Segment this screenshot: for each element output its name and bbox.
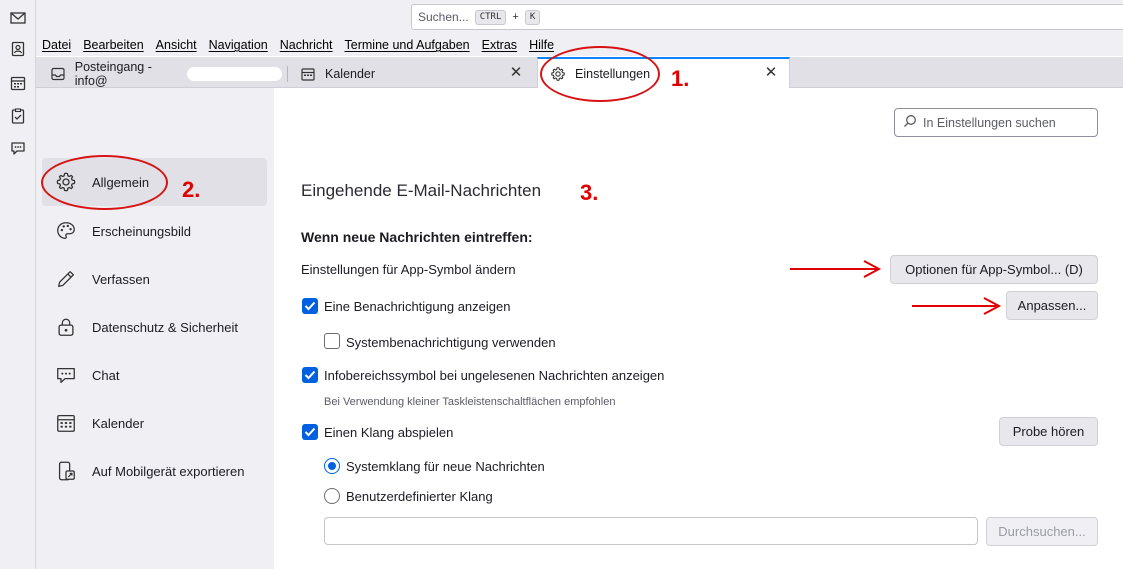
annotation-arrow-app-icon: [790, 260, 882, 278]
lock-icon: [54, 315, 78, 339]
category-erscheinungsbild[interactable]: Erscheinungsbild: [42, 207, 267, 255]
browse-button[interactable]: Durchsuchen...: [986, 517, 1098, 546]
custom-sound-label: Benutzerdefinierter Klang: [346, 489, 493, 504]
menu-bearbeiten[interactable]: Bearbeiten: [83, 38, 148, 52]
annotation-step-2: 2.: [182, 177, 201, 202]
system-sound-label: Systemklang für neue Nachrichten: [346, 459, 545, 474]
settings-search-placeholder: In Einstellungen suchen: [923, 115, 1056, 130]
tray-icon-hint: Bei Verwendung kleiner Taskleistenschalt…: [324, 396, 616, 408]
menu-navigation[interactable]: Navigation: [209, 38, 273, 52]
chat-icon: [54, 363, 78, 387]
mobile-export-icon: [54, 459, 78, 483]
category-datenschutz[interactable]: Datenschutz & Sicherheit: [42, 303, 267, 351]
palette-icon: [54, 219, 78, 243]
app-icon-options-button[interactable]: Optionen für App-Symbol... (D): [890, 255, 1098, 284]
calendar-icon: [54, 411, 78, 435]
settings-pane: In Einstellungen suchen Eingehende E-Mai…: [274, 88, 1123, 569]
annotation-arrow-customize: [912, 297, 1002, 315]
address-book-icon[interactable]: [8, 39, 28, 59]
redacted-email: [187, 66, 282, 81]
annotation-step-3: 3.: [580, 180, 599, 205]
mail-icon[interactable]: [8, 8, 28, 28]
play-sound-label: Einen Klang abspielen: [324, 425, 454, 440]
play-sound-checkbox[interactable]: [302, 424, 318, 440]
unified-toolbar: Suchen... CTRL + K: [36, 0, 1123, 34]
show-notification-label: Eine Benachrichtigung anzeigen: [324, 299, 511, 314]
custom-sound-path-field[interactable]: [324, 517, 978, 545]
tab-posteingang[interactable]: Posteingang - info@: [38, 59, 282, 88]
inbox-icon: [50, 66, 66, 82]
annotation-step-1: 1.: [671, 66, 690, 91]
search-icon: [903, 114, 917, 131]
category-chat[interactable]: Chat: [42, 351, 267, 399]
spaces-toolbar: [0, 0, 36, 569]
custom-sound-radio[interactable]: [324, 488, 340, 504]
shortcut-plus: +: [512, 11, 519, 23]
pencil-icon: [54, 267, 78, 291]
category-label: Auf Mobilgerät exportieren: [92, 463, 245, 479]
category-label: Chat: [92, 367, 120, 383]
search-placeholder: Suchen...: [418, 10, 469, 24]
category-label: Verfassen: [92, 271, 150, 287]
tasks-icon[interactable]: [8, 106, 28, 126]
close-icon[interactable]: ✕: [763, 65, 779, 81]
annotation-circle-tab: [540, 46, 660, 102]
global-search-input[interactable]: Suchen... CTRL + K: [411, 4, 1123, 30]
tray-icon-checkbox[interactable]: [302, 367, 318, 383]
category-label: Datenschutz & Sicherheit: [92, 319, 238, 335]
system-notification-checkbox[interactable]: [324, 333, 340, 349]
annotation-circle-category: [41, 155, 168, 210]
shortcut-key-ctrl: CTRL: [474, 9, 507, 25]
app-icon-label: Einstellungen für App-Symbol ändern: [301, 262, 516, 277]
tab-kalender[interactable]: Kalender ✕: [288, 59, 534, 88]
chat-icon[interactable]: [8, 138, 28, 158]
calendar-icon: [300, 66, 316, 82]
menu-nachricht[interactable]: Nachricht: [280, 38, 338, 52]
system-notification-label: Systembenachrichtigung verwenden: [346, 335, 556, 350]
menu-extras[interactable]: Extras: [482, 38, 522, 52]
calendar-icon[interactable]: [8, 73, 28, 93]
category-verfassen[interactable]: Verfassen: [42, 255, 267, 303]
shortcut-key-k: K: [524, 9, 541, 25]
menu-ansicht[interactable]: Ansicht: [156, 38, 202, 52]
show-notification-checkbox[interactable]: [302, 298, 318, 314]
subsection-title: Wenn neue Nachrichten eintreffen:: [301, 229, 533, 245]
system-sound-radio[interactable]: [324, 458, 340, 474]
close-icon[interactable]: ✕: [508, 65, 524, 81]
section-title: Eingehende E-Mail-Nachrichten: [301, 181, 542, 200]
menu-termine-und-aufgaben[interactable]: Termine und Aufgaben: [345, 38, 475, 52]
category-kalender[interactable]: Kalender: [42, 399, 267, 447]
category-mobilgeraet-exportieren[interactable]: Auf Mobilgerät exportieren: [42, 447, 267, 495]
tab-label: Kalender: [325, 66, 376, 81]
menu-datei[interactable]: Datei: [42, 38, 76, 52]
settings-search-input[interactable]: In Einstellungen suchen: [894, 108, 1098, 137]
customize-button[interactable]: Anpassen...: [1006, 291, 1098, 320]
preview-sound-button[interactable]: Probe hören: [999, 417, 1098, 446]
menu-hilfe[interactable]: Hilfe: [529, 38, 559, 52]
tab-label: Posteingang - info@: [74, 59, 152, 88]
tray-icon-label: Infobereichssymbol bei ungelesenen Nachr…: [324, 368, 665, 383]
category-label: Erscheinungsbild: [92, 223, 192, 239]
category-label: Kalender: [92, 415, 145, 431]
